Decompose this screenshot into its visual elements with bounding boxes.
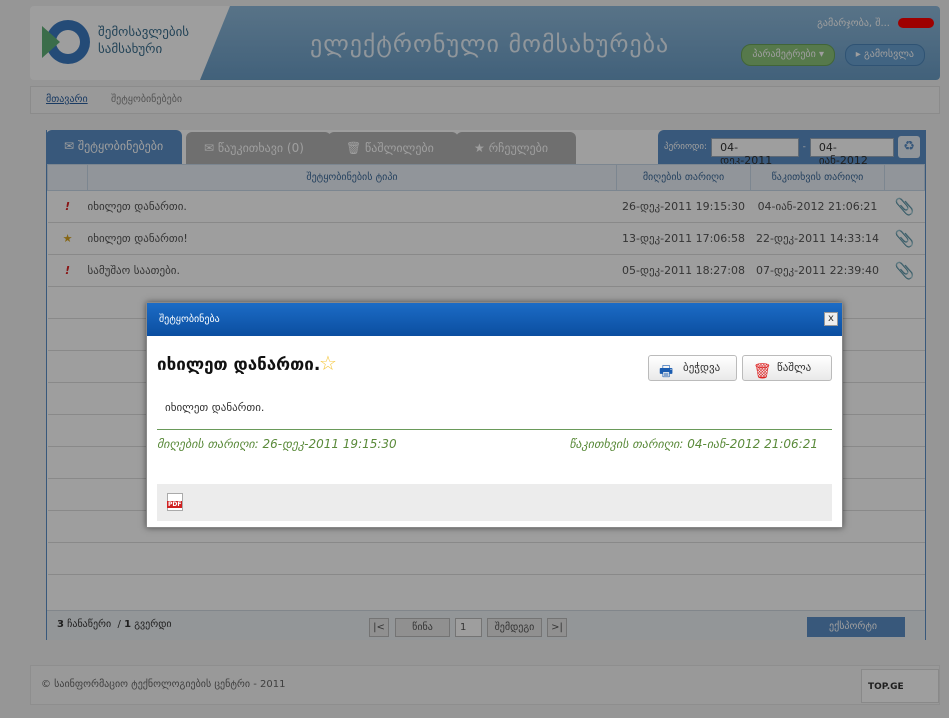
close-icon[interactable]: x <box>824 312 838 326</box>
message-subject: იხილეთ დანართი. <box>157 355 321 375</box>
trash-icon: 🗑 <box>753 362 773 380</box>
attachments-area: PDF <box>157 484 832 521</box>
received-date: მიღების თარიღი: 26-დეკ-2011 19:15:30 <box>157 437 397 451</box>
read-date: წაკითხვის თარიღი: 04-იან-2012 21:06:21 <box>569 437 818 451</box>
message-body: იხილეთ დანართი. <box>165 401 265 414</box>
print-button[interactable]: 🖶 ბეჭდვა <box>648 355 737 381</box>
favorite-star-icon[interactable]: ☆ <box>319 351 337 375</box>
dialog-title: შეტყობინება <box>147 303 842 336</box>
message-dialog: შეტყობინება x იხილეთ დანართი. ☆ 🖶 ბეჭდვა … <box>146 302 843 528</box>
printer-icon: 🖶 <box>659 362 674 380</box>
pdf-file-icon[interactable]: PDF <box>167 493 183 511</box>
divider <box>157 429 832 430</box>
delete-button[interactable]: 🗑 წაშლა <box>742 355 832 381</box>
